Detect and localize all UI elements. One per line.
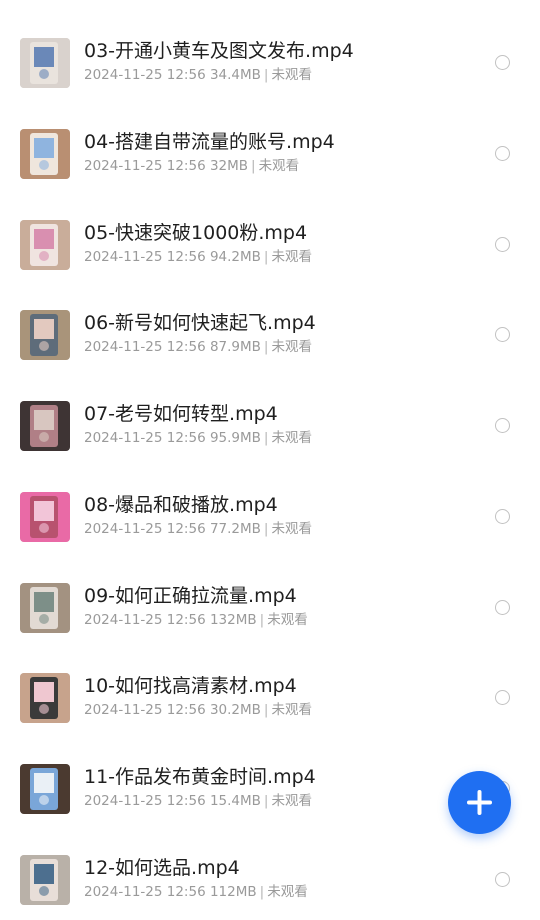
file-row[interactable]: 04-搭建自带流量的账号.mp4 2024-11-25 12:56 32MB | 未观…: [0, 128, 540, 209]
meta-separator: |: [259, 883, 265, 900]
select-radio[interactable]: [495, 871, 510, 887]
select-radio[interactable]: [495, 145, 510, 161]
file-row[interactable]: 12-如何选品.mp4 2024-11-25 12:56 112MB | 未观看: [0, 854, 540, 920]
file-size: 32MB: [209, 157, 249, 174]
add-button[interactable]: [448, 771, 511, 834]
video-thumbnail: [20, 38, 70, 88]
file-date: 2024-11-25 12:56: [84, 611, 206, 628]
meta-separator: |: [263, 248, 269, 265]
file-size: 77.2MB: [209, 520, 261, 537]
file-meta: 2024-11-25 12:56 112MB | 未观看: [84, 883, 308, 901]
watch-status: 未观看: [267, 611, 308, 628]
video-thumbnail: [20, 128, 70, 179]
file-row[interactable]: 09-如何正确拉流量.mp4 2024-11-25 12:56 132MB | 未观看: [0, 582, 540, 663]
file-meta: 2024-11-25 12:56 132MB | 未观看: [84, 611, 308, 629]
file-row[interactable]: 10-如何找高清素材.mp4 2024-11-25 12:56 30.2MB | 未观…: [0, 673, 540, 753]
file-date: 2024-11-25 12:56: [84, 157, 206, 174]
file-meta: 2024-11-25 12:56 87.9MB | 未观看: [84, 338, 312, 356]
file-meta: 2024-11-25 12:56 15.4MB | 未观看: [84, 792, 312, 810]
video-thumbnail: [20, 854, 70, 905]
watch-status: 未观看: [271, 520, 312, 537]
file-date: 2024-11-25 12:56: [84, 339, 206, 356]
file-size: 15.4MB: [209, 793, 261, 809]
meta-separator: |: [263, 339, 269, 356]
file-date: 2024-11-25 12:56: [84, 67, 206, 83]
select-radio[interactable]: [495, 236, 510, 252]
file-name: 08-爆品和破播放.mp4: [84, 493, 278, 516]
file-name: 04-搭建自带流量的账号.mp4: [84, 130, 335, 153]
video-thumbnail: [20, 491, 70, 542]
file-row[interactable]: 06-新号如何快速起飞.mp4 2024-11-25 12:56 87.9MB | 未…: [0, 310, 540, 390]
watch-status: 未观看: [271, 248, 312, 265]
meta-separator: |: [263, 702, 269, 719]
file-row[interactable]: 05-快速突破1000粉.mp4 2024-11-25 12:56 94.2MB |…: [0, 219, 540, 300]
file-row[interactable]: 07-老号如何转型.mp4 2024-11-25 12:56 95.9MB | 未观看: [0, 401, 540, 481]
select-radio[interactable]: [495, 690, 510, 706]
file-date: 2024-11-25 12:56: [84, 248, 206, 265]
watch-status: 未观看: [271, 702, 312, 719]
video-thumbnail: [20, 219, 70, 270]
watch-status: 未观看: [271, 339, 312, 356]
file-meta: 2024-11-25 12:56 94.2MB | 未观看: [84, 248, 312, 266]
file-size: 95.9MB: [209, 430, 261, 446]
file-name: 11-作品发布黄金时间.mp4: [84, 766, 316, 788]
file-size: 87.9MB: [209, 339, 261, 356]
video-thumbnail: [20, 764, 70, 814]
file-size: 30.2MB: [209, 702, 261, 719]
file-meta: 2024-11-25 12:56 95.9MB | 未观看: [84, 429, 312, 447]
select-radio[interactable]: [495, 508, 510, 524]
file-size: 112MB: [209, 883, 257, 900]
file-date: 2024-11-25 12:56: [84, 883, 206, 900]
file-date: 2024-11-25 12:56: [84, 430, 206, 446]
file-size: 34.4MB: [209, 67, 261, 83]
file-name: 03-开通小黄车及图文发布.mp4: [84, 40, 354, 62]
watch-status: 未观看: [267, 883, 308, 900]
file-date: 2024-11-25 12:56: [84, 702, 206, 719]
meta-separator: |: [263, 793, 269, 809]
plus-icon: [467, 790, 492, 815]
file-meta: 2024-11-25 12:56 30.2MB | 未观看: [84, 701, 312, 719]
select-radio[interactable]: [495, 327, 510, 343]
file-date: 2024-11-25 12:56: [84, 520, 206, 537]
watch-status: 未观看: [258, 157, 300, 174]
file-meta: 2024-11-25 12:56 34.4MB | 未观看: [84, 66, 312, 84]
meta-separator: |: [263, 520, 269, 537]
select-radio[interactable]: [495, 418, 510, 433]
file-name: 09-如何正确拉流量.mp4: [84, 584, 297, 607]
file-meta: 2024-11-25 12:56 77.2MB | 未观看: [84, 520, 312, 538]
file-row[interactable]: 08-爆品和破播放.mp4 2024-11-25 12:56 77.2MB | 未观看: [0, 491, 540, 572]
file-row[interactable]: 03-开通小黄车及图文发布.mp4 2024-11-25 12:56 34.4MB…: [0, 38, 540, 118]
file-name: 06-新号如何快速起飞.mp4: [84, 312, 316, 335]
file-name: 10-如何找高清素材.mp4: [84, 675, 297, 698]
file-date: 2024-11-25 12:56: [84, 793, 206, 809]
select-radio[interactable]: [495, 55, 510, 70]
video-thumbnail: [20, 582, 70, 633]
watch-status: 未观看: [271, 793, 312, 809]
meta-separator: |: [263, 430, 269, 446]
select-radio[interactable]: [495, 599, 510, 615]
watch-status: 未观看: [271, 430, 312, 446]
video-thumbnail: [20, 310, 70, 361]
file-name: 12-如何选品.mp4: [84, 856, 240, 879]
file-size: 94.2MB: [209, 248, 261, 265]
file-name: 05-快速突破1000粉.mp4: [84, 221, 308, 244]
meta-separator: |: [251, 157, 256, 174]
watch-status: 未观看: [271, 67, 312, 83]
file-name: 07-老号如何转型.mp4: [84, 403, 278, 425]
file-meta: 2024-11-25 12:56 32MB | 未观看: [84, 157, 299, 175]
meta-separator: |: [263, 67, 269, 83]
file-size: 132MB: [209, 611, 257, 628]
video-thumbnail: [20, 673, 70, 724]
video-thumbnail: [20, 401, 70, 451]
meta-separator: |: [259, 611, 265, 628]
